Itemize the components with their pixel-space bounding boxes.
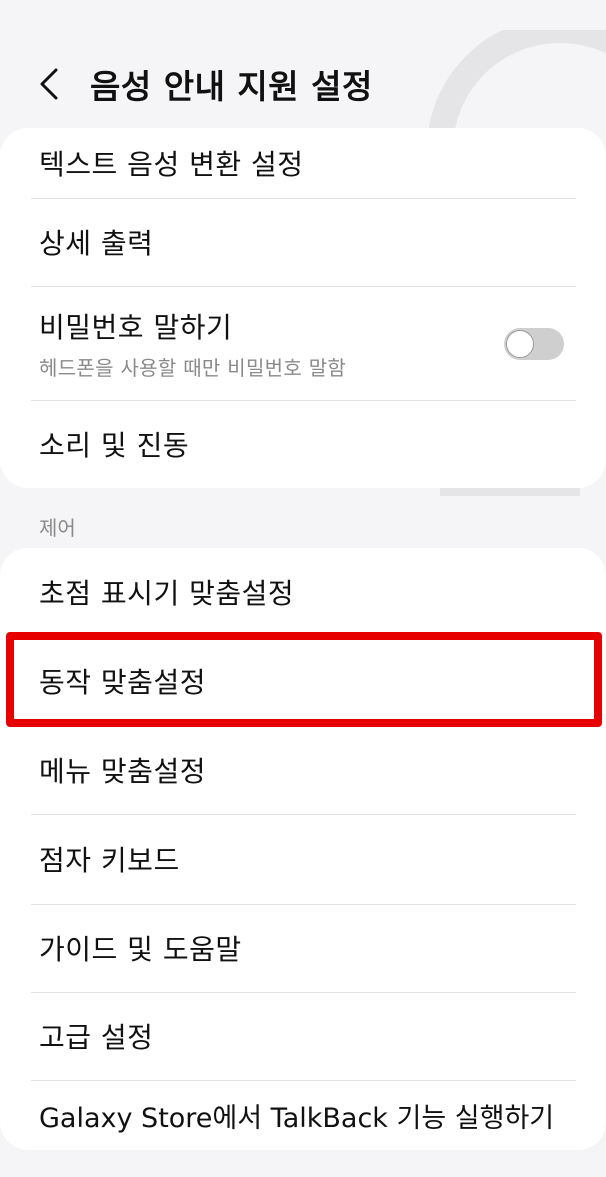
row-sublabel: 헤드폰을 사용할 때만 비밀번호 말함 bbox=[39, 355, 347, 380]
row-label: 비밀번호 말하기 bbox=[39, 310, 233, 344]
chevron-left-icon bbox=[40, 68, 58, 100]
screen: 음성 안내 지원 설정 텍스트 음성 변환 설정 상세 출력 비밀번호 말하기 … bbox=[0, 0, 606, 1177]
app-header: 음성 안내 지원 설정 bbox=[0, 48, 606, 120]
page-title: 음성 안내 지원 설정 bbox=[90, 67, 373, 106]
row-label: 텍스트 음성 변환 설정 bbox=[39, 148, 304, 181]
toggle-knob bbox=[506, 330, 534, 358]
row-label: 점자 키보드 bbox=[39, 844, 180, 877]
highlight-box bbox=[6, 632, 602, 727]
speak-passwords-toggle[interactable] bbox=[504, 328, 564, 360]
row-label: 고급 설정 bbox=[39, 1021, 154, 1054]
row-label: 상세 출력 bbox=[39, 227, 154, 260]
row-label: 초점 표시기 맞춤설정 bbox=[39, 577, 295, 610]
row-label: 가이드 및 도움말 bbox=[39, 933, 242, 966]
row-focus-indicator[interactable]: 초점 표시기 맞춤설정 bbox=[0, 548, 606, 636]
row-label: Galaxy Store에서 TalkBack 기능 실행하기 bbox=[39, 1102, 555, 1134]
row-tts-settings[interactable]: 텍스트 음성 변환 설정 bbox=[0, 128, 606, 198]
row-label: 메뉴 맞춤설정 bbox=[39, 755, 206, 788]
row-braille-keyboard[interactable]: 점자 키보드 bbox=[0, 814, 606, 904]
row-verbose-output[interactable]: 상세 출력 bbox=[0, 198, 606, 286]
row-label: 소리 및 진동 bbox=[39, 429, 190, 462]
back-button[interactable] bbox=[14, 48, 84, 120]
section-header-control: 제어 bbox=[39, 516, 76, 540]
row-menu-customize[interactable]: 메뉴 맞춤설정 bbox=[0, 726, 606, 814]
row-advanced-settings[interactable]: 고급 설정 bbox=[0, 992, 606, 1080]
row-guide-help[interactable]: 가이드 및 도움말 bbox=[0, 904, 606, 992]
settings-card-general: 텍스트 음성 변환 설정 상세 출력 비밀번호 말하기 헤드폰을 사용할 때만 … bbox=[0, 128, 606, 488]
row-galaxy-store-talkback[interactable]: Galaxy Store에서 TalkBack 기능 실행하기 bbox=[0, 1080, 606, 1150]
row-sound-vibration[interactable]: 소리 및 진동 bbox=[0, 400, 606, 488]
